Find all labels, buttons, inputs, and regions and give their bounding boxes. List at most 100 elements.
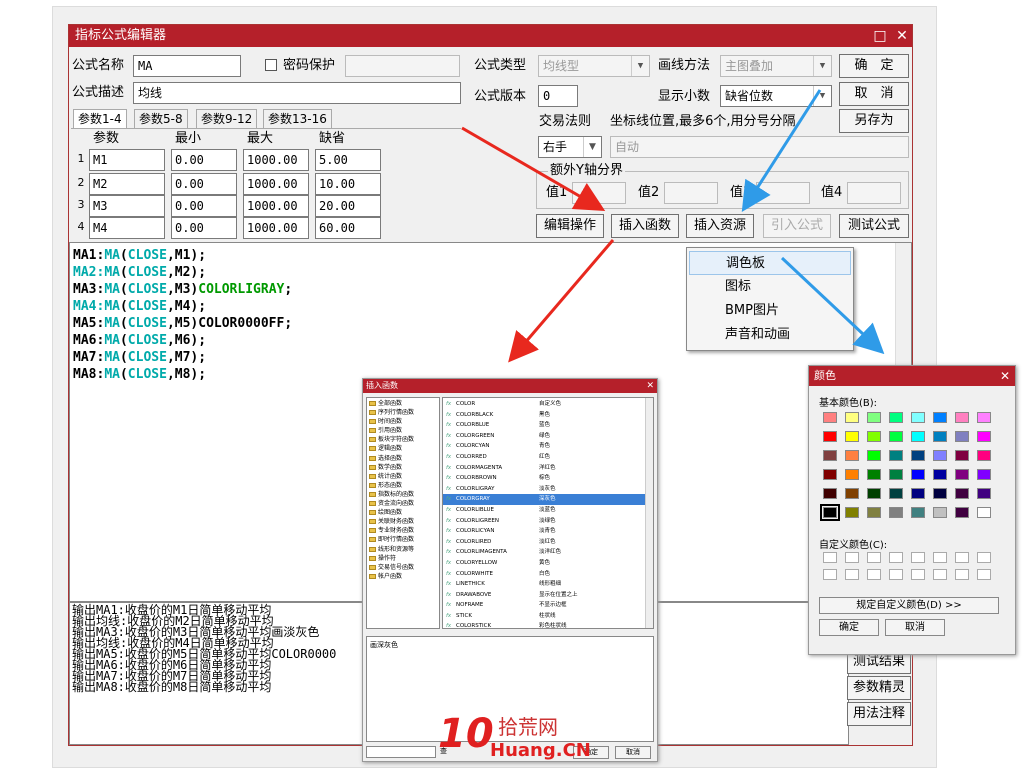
function-category-item[interactable]: 形态函数 xyxy=(367,481,439,490)
basic-color-swatch[interactable] xyxy=(911,469,925,480)
custom-color-swatch[interactable] xyxy=(823,552,837,563)
function-table[interactable]: fx COLOR 自定义色 fx COLORBLACK 黑色 fx COLORBLUE 蓝色 fx… xyxy=(442,397,654,629)
basic-color-swatch[interactable] xyxy=(845,469,859,480)
function-category-item[interactable]: 全部函数 xyxy=(367,399,439,408)
function-row[interactable]: fx COLORLIBLUE 淡蓝色 xyxy=(443,505,653,516)
basic-color-swatch[interactable] xyxy=(823,431,837,442)
function-category-item[interactable]: 帐户函数 xyxy=(367,572,439,581)
basic-color-swatch[interactable] xyxy=(889,431,903,442)
basic-color-swatch[interactable] xyxy=(911,507,925,518)
basic-color-swatch[interactable] xyxy=(933,469,947,480)
function-row[interactable]: fx COLORSTICK 彩色柱状线 xyxy=(443,621,653,628)
basic-color-swatch[interactable] xyxy=(845,450,859,461)
basic-color-swatch[interactable] xyxy=(933,412,947,423)
custom-color-swatch[interactable] xyxy=(889,552,903,563)
custom-color-swatch[interactable] xyxy=(911,552,925,563)
custom-color-swatch[interactable] xyxy=(911,569,925,580)
function-category-item[interactable]: 序列行情函数 xyxy=(367,408,439,417)
basic-color-swatch[interactable] xyxy=(889,450,903,461)
function-row[interactable]: fx COLORCYAN 青色 xyxy=(443,441,653,452)
basic-color-swatch[interactable] xyxy=(933,507,947,518)
basic-color-swatch[interactable] xyxy=(867,507,881,518)
function-category-item[interactable]: 引用函数 xyxy=(367,426,439,435)
basic-color-swatch[interactable] xyxy=(867,412,881,423)
function-row[interactable]: fx COLORWHITE 白色 xyxy=(443,569,653,580)
function-row[interactable]: fx COLORRED 红色 xyxy=(443,452,653,463)
basic-color-swatch[interactable] xyxy=(911,412,925,423)
basic-color-swatch[interactable] xyxy=(955,469,969,480)
basic-color-swatch[interactable] xyxy=(889,412,903,423)
function-category-item[interactable]: 统计函数 xyxy=(367,472,439,481)
custom-color-swatch[interactable] xyxy=(867,552,881,563)
function-row[interactable]: fx COLORBLUE 蓝色 xyxy=(443,420,653,431)
function-category-item[interactable]: 时间函数 xyxy=(367,417,439,426)
basic-color-swatch[interactable] xyxy=(845,431,859,442)
function-row[interactable]: fx COLORLIGRAY 淡灰色 xyxy=(443,484,653,495)
function-category-list[interactable]: 全部函数 序列行情函数 时间函数 引用函数 板块字符函数 逻辑函数 选择函数 数学函数 统计函数… xyxy=(366,397,440,629)
function-row[interactable]: fx COLORLIMAGENTA 淡洋红色 xyxy=(443,547,653,558)
basic-color-swatch[interactable] xyxy=(977,469,991,480)
function-row[interactable]: fx COLORLIGREEN 淡绿色 xyxy=(443,516,653,527)
custom-color-swatch[interactable] xyxy=(823,569,837,580)
basic-color-swatch[interactable] xyxy=(867,488,881,499)
basic-color-swatch[interactable] xyxy=(823,450,837,461)
function-row[interactable]: fx COLORLICYAN 淡青色 xyxy=(443,526,653,537)
custom-color-swatch[interactable] xyxy=(977,569,991,580)
function-row[interactable]: fx NOFRAME 不显示边框 xyxy=(443,600,653,611)
function-row[interactable]: fx COLORYELLOW 黄色 xyxy=(443,558,653,569)
function-category-item[interactable]: 数学函数 xyxy=(367,463,439,472)
function-row[interactable]: fx STICK 柱状线 xyxy=(443,611,653,622)
function-category-item[interactable]: 资金流向函数 xyxy=(367,499,439,508)
basic-color-swatch[interactable] xyxy=(977,431,991,442)
basic-color-swatch[interactable] xyxy=(911,488,925,499)
function-category-item[interactable]: 交易信号函数 xyxy=(367,563,439,572)
basic-color-swatch[interactable] xyxy=(977,488,991,499)
basic-color-swatch[interactable] xyxy=(823,488,837,499)
function-row[interactable]: fx COLORGRAY 深灰色 xyxy=(443,494,653,505)
function-row[interactable]: fx LINETHICK 线形粗细 xyxy=(443,579,653,590)
function-scrollbar[interactable] xyxy=(645,398,653,628)
close-icon[interactable]: ✕ xyxy=(1000,366,1010,386)
basic-color-swatch[interactable] xyxy=(889,469,903,480)
basic-color-swatch[interactable] xyxy=(955,412,969,423)
basic-color-swatch[interactable] xyxy=(933,431,947,442)
function-row[interactable]: fx COLORLIRED 淡红色 xyxy=(443,537,653,548)
define-custom-colors-button[interactable]: 规定自定义颜色(D) >> xyxy=(819,597,999,614)
custom-color-swatch[interactable] xyxy=(867,569,881,580)
custom-color-swatch[interactable] xyxy=(845,552,859,563)
basic-color-swatch[interactable] xyxy=(867,431,881,442)
basic-color-swatch[interactable] xyxy=(955,431,969,442)
basic-color-swatch[interactable] xyxy=(955,507,969,518)
basic-color-swatch[interactable] xyxy=(845,412,859,423)
custom-color-swatch[interactable] xyxy=(845,569,859,580)
basic-color-swatch[interactable] xyxy=(889,507,903,518)
function-row[interactable]: fx COLORBLACK 黑色 xyxy=(443,410,653,421)
function-category-item[interactable]: 逻辑函数 xyxy=(367,444,439,453)
function-search-input[interactable] xyxy=(366,746,436,758)
basic-color-swatch[interactable] xyxy=(823,469,837,480)
basic-color-swatch[interactable] xyxy=(933,450,947,461)
basic-color-swatch[interactable] xyxy=(977,450,991,461)
function-row[interactable]: fx COLORBROWN 棕色 xyxy=(443,473,653,484)
color-cancel-button[interactable]: 取消 xyxy=(885,619,945,636)
function-row[interactable]: fx DRAWABOVE 显示在位置之上 xyxy=(443,590,653,601)
basic-color-swatch[interactable] xyxy=(955,488,969,499)
function-category-item[interactable]: 即时行情函数 xyxy=(367,535,439,544)
basic-color-swatch[interactable] xyxy=(911,431,925,442)
custom-color-swatch[interactable] xyxy=(955,552,969,563)
color-ok-button[interactable]: 确定 xyxy=(819,619,879,636)
basic-color-swatch[interactable] xyxy=(867,450,881,461)
custom-color-swatch[interactable] xyxy=(977,552,991,563)
function-category-item[interactable]: 板块字符函数 xyxy=(367,435,439,444)
basic-color-swatch[interactable] xyxy=(977,507,991,518)
basic-color-swatch[interactable] xyxy=(889,488,903,499)
custom-color-swatch[interactable] xyxy=(933,552,947,563)
function-category-item[interactable]: 选择函数 xyxy=(367,454,439,463)
function-row[interactable]: fx COLORGREEN 绿色 xyxy=(443,431,653,442)
close-icon[interactable]: ✕ xyxy=(646,379,654,393)
basic-color-swatch[interactable] xyxy=(820,504,840,521)
basic-color-swatch[interactable] xyxy=(845,488,859,499)
function-category-item[interactable]: 线形和资源等 xyxy=(367,545,439,554)
function-category-item[interactable]: 操作符 xyxy=(367,554,439,563)
custom-color-swatch[interactable] xyxy=(955,569,969,580)
